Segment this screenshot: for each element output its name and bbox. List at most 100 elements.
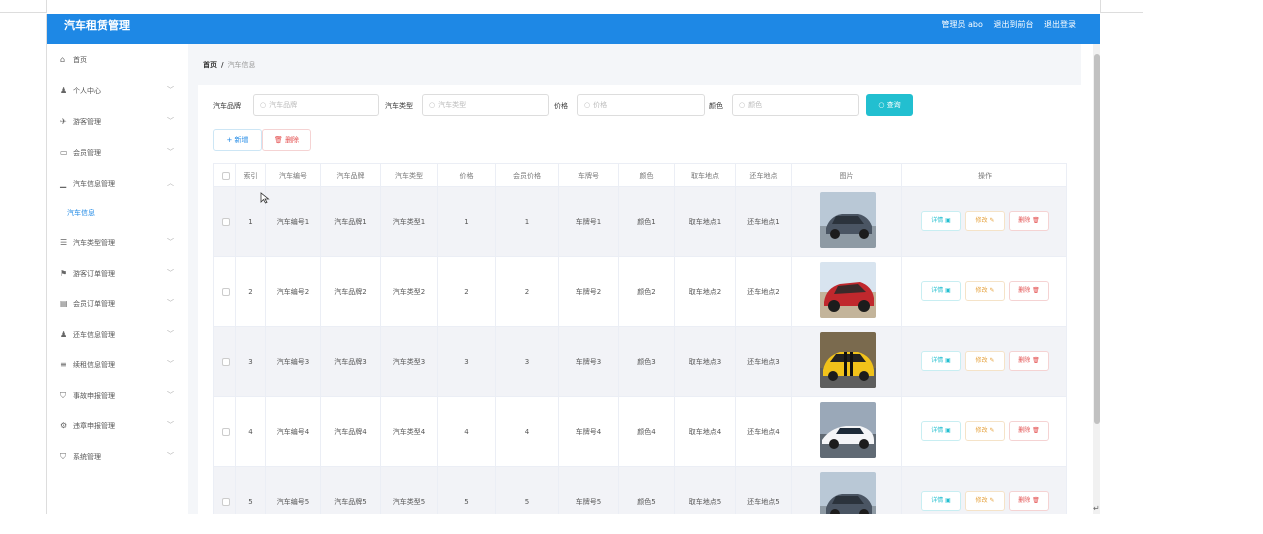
chevron-down-icon[interactable]: ﹀ xyxy=(167,298,174,308)
back-to-front-link[interactable]: 退出到前台 xyxy=(993,20,1033,29)
detail-button[interactable]: 详情 ▣ xyxy=(921,421,961,441)
chevron-down-icon[interactable]: ﹀ xyxy=(167,420,174,430)
sidebar-item-label: 游客管理 xyxy=(73,117,101,126)
table-row[interactable]: 5 汽车编号5 汽车品牌5 汽车类型5 5 5 车牌号5 颜色5 取车地点5 还车地点5 详情 ▣ 修… xyxy=(213,467,1067,514)
cell-code: 汽车编号2 xyxy=(266,257,321,327)
sidebar-item-2[interactable]: ✈ 游客管理 ﹀ xyxy=(47,106,188,137)
column-header: 索引 xyxy=(236,164,266,188)
chevron-down-icon[interactable]: ﹀ xyxy=(167,268,174,278)
delete-button[interactable]: 删除 🗑 xyxy=(1009,421,1049,441)
delete-button[interactable]: 删除 🗑 xyxy=(1009,351,1049,371)
row-select-cell xyxy=(214,467,236,514)
sidebar-item-label: 还车信息管理 xyxy=(73,330,115,339)
row-checkbox[interactable] xyxy=(222,498,230,506)
detail-button[interactable]: 详情 ▣ xyxy=(921,491,961,511)
edit-button[interactable]: 修改 ✎ xyxy=(965,491,1005,511)
sidebar-item-7[interactable]: ▤ 会员订单管理 ﹀ xyxy=(47,288,188,319)
row-checkbox[interactable] xyxy=(222,428,230,436)
document-icon: ▣ xyxy=(943,497,951,504)
sidebar-item-12[interactable]: ⛉ 系统管理 ﹀ xyxy=(47,441,188,472)
cell-image xyxy=(736,257,902,327)
delete-button[interactable]: 删除 🗑 xyxy=(1009,211,1049,231)
chevron-down-icon[interactable]: ﹀ xyxy=(167,451,174,461)
cell-type: 汽车类型4 xyxy=(381,397,438,467)
logout-link[interactable]: 退出登录 xyxy=(1044,20,1076,29)
table-row[interactable]: 2 汽车编号2 汽车品牌2 汽车类型2 2 2 车牌号2 颜色2 取车地点2 还车地点2 详情 ▣ 修… xyxy=(213,257,1067,327)
sidebar-item-label: 违章申报管理 xyxy=(73,421,115,430)
query-label: 查询 xyxy=(886,101,901,109)
chevron-down-icon[interactable]: ﹀ xyxy=(167,329,174,339)
row-checkbox[interactable] xyxy=(222,218,230,226)
search-icon: ○ xyxy=(739,101,746,109)
table-row[interactable]: 4 汽车编号4 汽车品牌4 汽车类型4 4 4 车牌号4 颜色4 取车地点4 还车地点4 详情 ▣ 修… xyxy=(213,397,1067,467)
list-icon: ☰ xyxy=(60,237,68,247)
type-label: 汽车类型 xyxy=(385,102,413,110)
detail-label: 详情 xyxy=(931,357,944,364)
chevron-down-icon[interactable]: ﹀ xyxy=(167,359,174,369)
detail-button[interactable]: 详情 ▣ xyxy=(921,281,961,301)
edit-icon: ✎ xyxy=(987,217,995,224)
color-search-input[interactable]: ○ 颜色 xyxy=(732,94,859,116)
sidebar-subitem-car-info[interactable]: 汽车信息 xyxy=(67,208,95,218)
flag-icon: ⚑ xyxy=(60,268,68,278)
brand-search-input[interactable]: ○ 汽车品牌 xyxy=(253,94,379,116)
edit-button[interactable]: 修改 ✎ xyxy=(965,421,1005,441)
edit-button[interactable]: 修改 ✎ xyxy=(965,351,1005,371)
select-all-checkbox[interactable] xyxy=(222,172,230,180)
table-header: 索引 汽车编号 汽车品牌 汽车类型 价格 会员价格 车牌号 颜色 取车地点 还车地点 图片 操作 xyxy=(213,163,1067,188)
chevron-down-icon[interactable]: ﹀ xyxy=(167,147,174,157)
sidebar-item-9[interactable]: ≡ 续租信息管理 ﹀ xyxy=(47,349,188,380)
column-header: 汽车类型 xyxy=(381,164,438,188)
scrollbar-thumb[interactable] xyxy=(1094,54,1100,424)
cell-plate: 车牌号5 xyxy=(559,467,619,514)
sidebar-item-4[interactable]: ▁ 汽车信息管理 ︿ xyxy=(47,168,188,199)
column-header: 车牌号 xyxy=(559,164,619,188)
admin-user-label[interactable]: 管理员 abo xyxy=(941,20,982,29)
cell-index: 2 xyxy=(236,257,266,327)
sidebar-item-10[interactable]: ⛉ 事故申报管理 ﹀ xyxy=(47,380,188,411)
search-icon: ○ xyxy=(260,101,267,109)
cell-pickup: 取车地点5 xyxy=(675,467,736,514)
sidebar-item-11[interactable]: ⚙ 违章申报管理 ﹀ xyxy=(47,410,188,441)
column-header: 汽车编号 xyxy=(266,164,321,188)
chevron-down-icon[interactable]: ﹀ xyxy=(167,237,174,247)
sidebar-item-3[interactable]: ▭ 会员管理 ﹀ xyxy=(47,137,188,168)
query-button[interactable]: ○ 查询 xyxy=(866,94,913,116)
sidebar-item-8[interactable]: ♟ 还车信息管理 ﹀ xyxy=(47,319,188,350)
chevron-down-icon[interactable]: ﹀ xyxy=(167,116,174,126)
document-icon: ▣ xyxy=(943,287,951,294)
car-photo xyxy=(820,472,876,514)
top-bar: 汽车租赁管理 管理员 abo 退出到前台 退出登录 xyxy=(47,14,1100,44)
delete-button[interactable]: 删除 🗑 xyxy=(1009,281,1049,301)
sidebar-item-5[interactable]: ☰ 汽车类型管理 ﹀ xyxy=(47,227,188,258)
table-row[interactable]: 3 汽车编号3 汽车品牌3 汽车类型3 3 3 车牌号3 颜色3 取车地点3 还车地点3 详情 ▣ 修… xyxy=(213,327,1067,397)
chevron-down-icon[interactable]: ﹀ xyxy=(167,85,174,95)
chevron-down-icon[interactable]: ﹀ xyxy=(167,390,174,400)
search-icon: ○ xyxy=(878,101,887,109)
cell-brand: 汽车品牌3 xyxy=(321,327,381,397)
cell-brand: 汽车品牌1 xyxy=(321,187,381,257)
doc-icon: ▤ xyxy=(60,298,68,308)
sidebar-item-0[interactable]: ⌂ 首页 xyxy=(47,44,188,75)
edit-button[interactable]: 修改 ✎ xyxy=(965,281,1005,301)
bulk-delete-button[interactable]: 🗑 删除 xyxy=(262,129,311,151)
row-checkbox[interactable] xyxy=(222,358,230,366)
chevron-up-icon[interactable]: ︿ xyxy=(167,178,174,188)
delete-label: 删除 xyxy=(1018,287,1031,294)
add-button[interactable]: + 新增 xyxy=(213,129,262,151)
delete-button[interactable]: 删除 🗑 xyxy=(1009,491,1049,511)
price-search-input[interactable]: ○ 价格 xyxy=(577,94,705,116)
row-checkbox[interactable] xyxy=(222,288,230,296)
edit-button[interactable]: 修改 ✎ xyxy=(965,211,1005,231)
sidebar-item-6[interactable]: ⚑ 游客订单管理 ﹀ xyxy=(47,258,188,289)
table-row[interactable]: 1 汽车编号1 汽车品牌1 汽车类型1 1 1 车牌号1 颜色1 取车地点1 还车地点1 详情 ▣ 修… xyxy=(213,187,1067,257)
type-search-input[interactable]: ○ 汽车类型 xyxy=(422,94,549,116)
column-header: 取车地点 xyxy=(675,164,736,188)
sidebar-item-1[interactable]: ♟ 个人中心 ﹀ xyxy=(47,75,188,106)
detail-button[interactable]: 详情 ▣ xyxy=(921,211,961,231)
delete-label: 删除 xyxy=(1018,357,1031,364)
cell-pickup: 取车地点2 xyxy=(675,257,736,327)
detail-button[interactable]: 详情 ▣ xyxy=(921,351,961,371)
breadcrumb-home[interactable]: 首页 xyxy=(203,61,217,69)
trash-icon: 🗑 xyxy=(1030,357,1040,364)
